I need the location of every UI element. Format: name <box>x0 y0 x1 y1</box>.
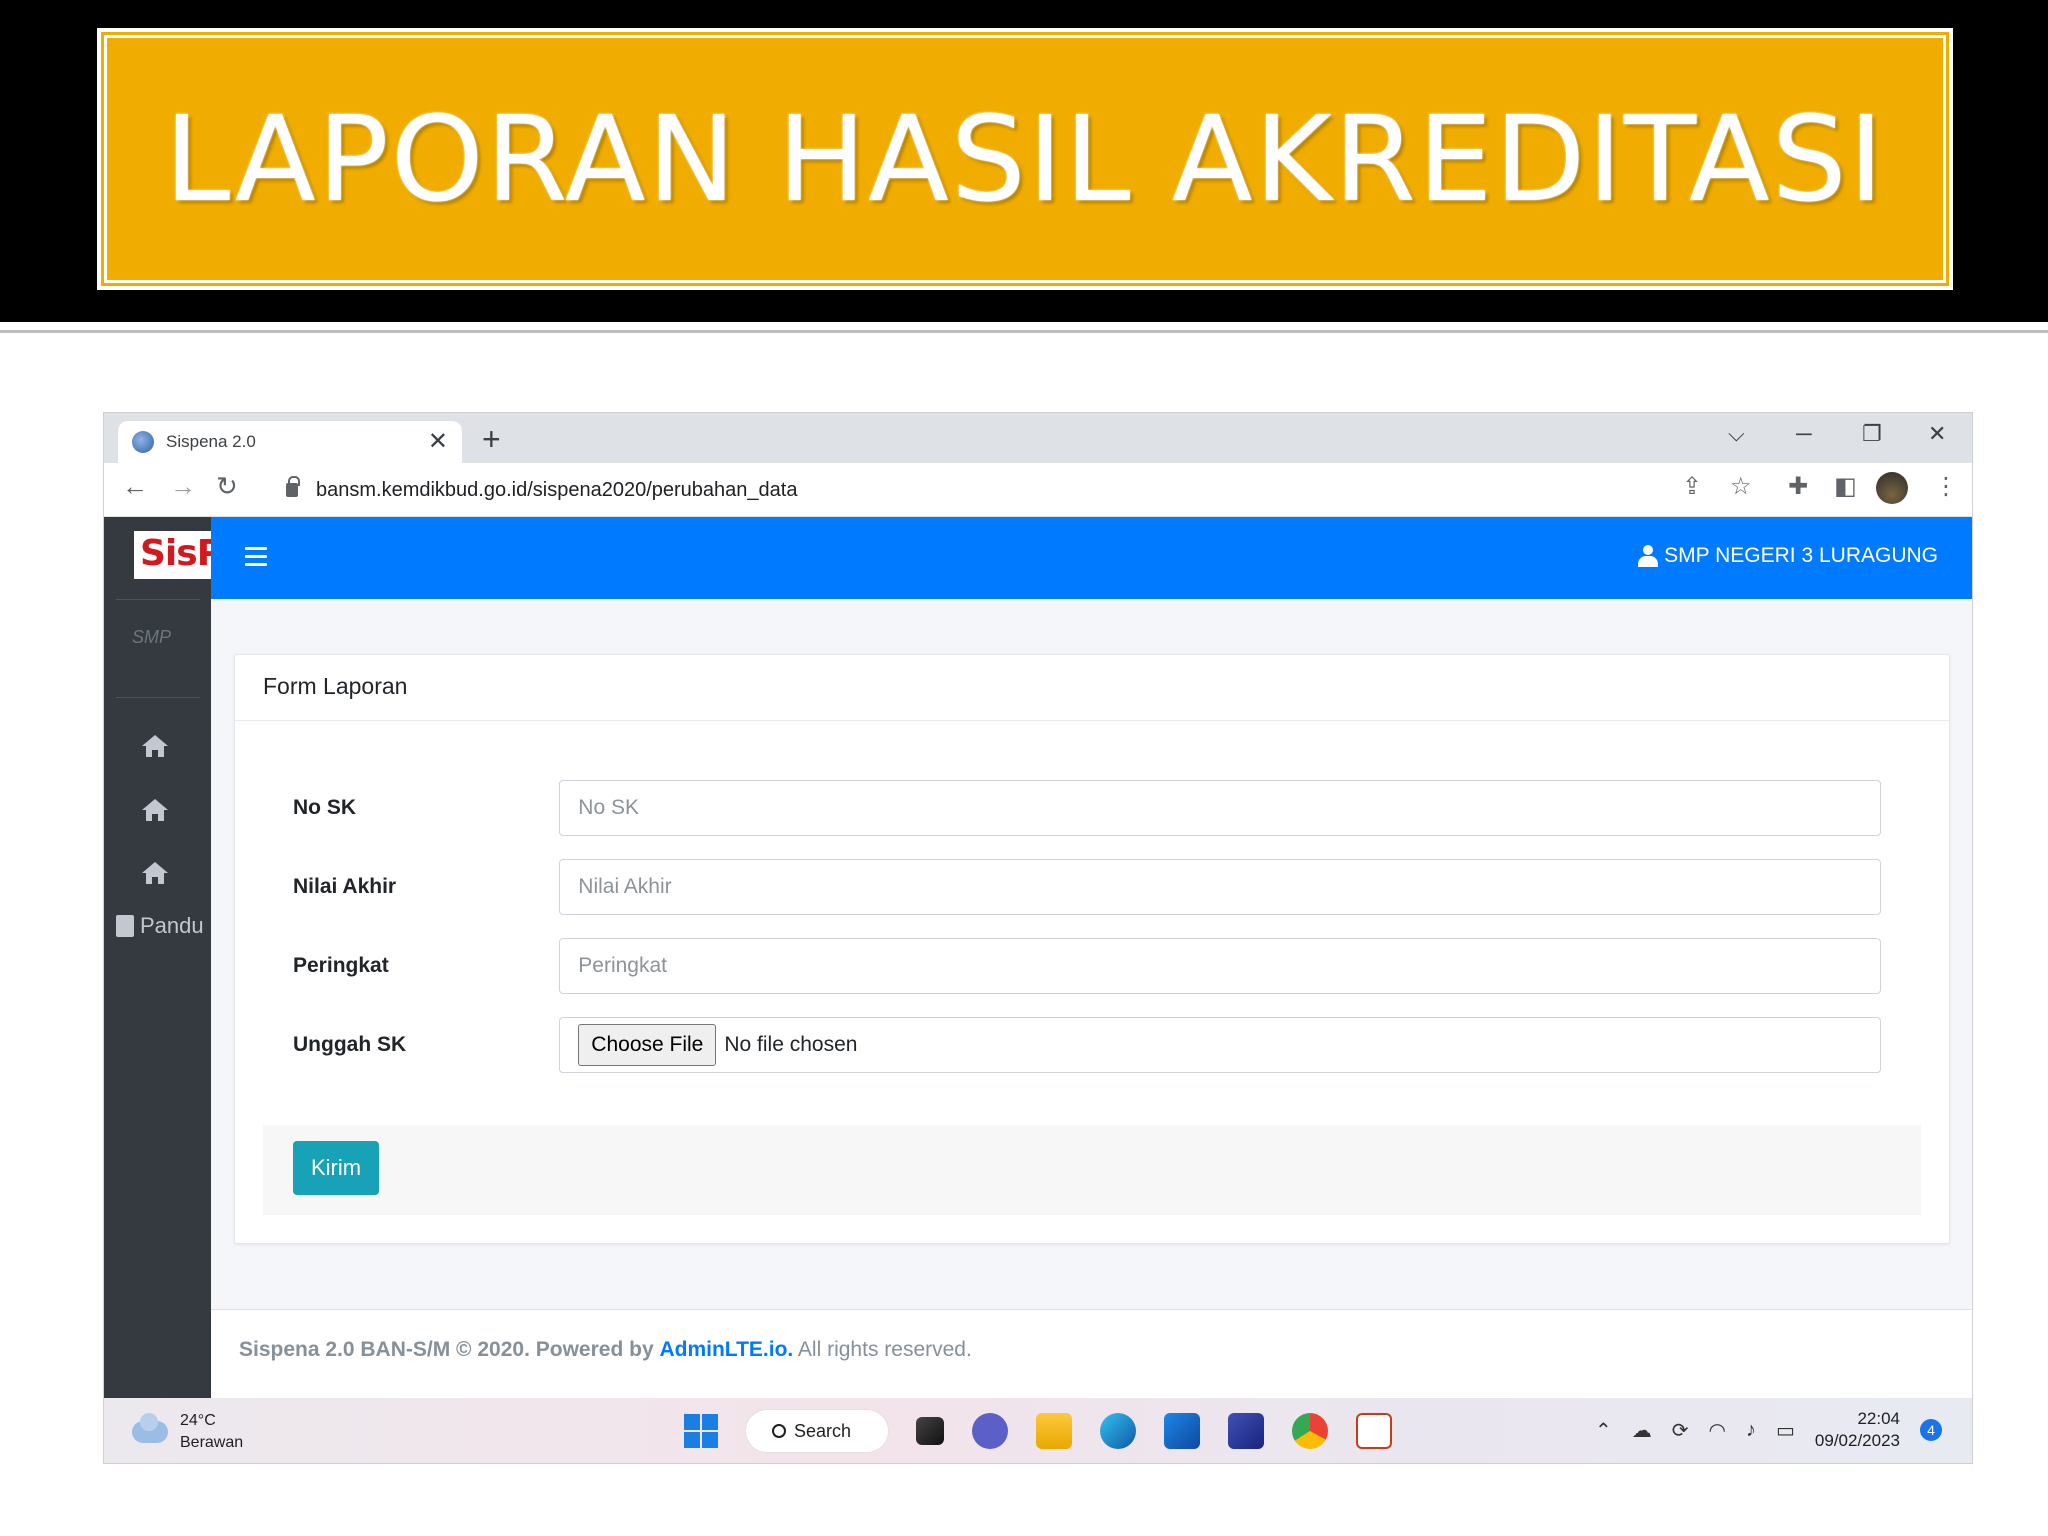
slide-title: LAPORAN HASIL AKREDITASI <box>164 90 1886 228</box>
globe-favicon-icon <box>132 431 154 453</box>
peringkat-input[interactable] <box>559 938 1881 994</box>
form-row-no-sk: No SK <box>293 780 1881 836</box>
chrome-icon[interactable] <box>1292 1413 1328 1449</box>
close-tab-icon[interactable]: ✕ <box>428 430 448 454</box>
browser-window: Sispena 2.0 ✕ + ⌵ ─ ❐ ✕ ← → ↻ bansm.kemd… <box>104 413 1972 1463</box>
system-tray: ⌃ ☁ ⟳ ◠ ♪ ▭ 22:04 09/02/2023 4 <box>1595 1408 1942 1452</box>
adminlte-link[interactable]: AdminLTE.io. <box>659 1338 793 1361</box>
url-text: bansm.kemdikbud.go.id/sispena2020/peruba… <box>316 478 798 501</box>
sync-icon[interactable]: ⟳ <box>1672 1418 1689 1443</box>
new-tab-button[interactable]: + <box>482 423 501 455</box>
no-sk-label: No SK <box>293 796 356 819</box>
taskbar-search[interactable]: Search <box>746 1410 888 1452</box>
brand-logo[interactable]: SisP <box>134 531 211 579</box>
footer-rights: All rights reserved. <box>797 1338 972 1361</box>
extensions-icon[interactable]: ✚ <box>1788 475 1808 499</box>
nilai-akhir-input[interactable] <box>559 859 1881 915</box>
teams-chat-icon[interactable] <box>972 1413 1008 1449</box>
submit-button[interactable]: Kirim <box>293 1141 380 1195</box>
address-bar[interactable]: bansm.kemdikbud.go.id/sispena2020/peruba… <box>260 471 1850 509</box>
page-footer: Sispena 2.0 BAN-S/M © 2020. Powered by A… <box>211 1309 1972 1398</box>
user-menu[interactable]: SMP NEGERI 3 LURAGUNG <box>1638 544 1938 568</box>
no-sk-input[interactable] <box>559 780 1881 836</box>
file-upload-field: Choose File No file chosen <box>559 1017 1881 1073</box>
home-icon[interactable] <box>140 795 170 825</box>
tab-strip: Sispena 2.0 ✕ + ⌵ ─ ❐ ✕ <box>104 413 1972 463</box>
peringkat-label: Peringkat <box>293 954 389 977</box>
edge-browser-icon[interactable] <box>1100 1413 1136 1449</box>
reload-icon[interactable]: ↻ <box>216 473 238 499</box>
web-page: SisP SMP Pandu SMP NEGERI 3 LURAGUNG For… <box>104 517 1972 1398</box>
restore-icon[interactable]: ❐ <box>1862 421 1882 447</box>
top-navbar: SMP NEGERI 3 LURAGUNG <box>211 517 1972 599</box>
side-panel-icon[interactable]: ◧ <box>1834 475 1857 499</box>
sidebar-item-panduan[interactable]: Pandu <box>116 913 204 939</box>
hamburger-menu-icon[interactable] <box>245 547 267 566</box>
form-row-nilai-akhir: Nilai Akhir <box>293 859 1881 915</box>
volume-icon[interactable]: ♪ <box>1746 1419 1756 1442</box>
user-name: SMP NEGERI 3 LURAGUNG <box>1664 544 1938 567</box>
clock[interactable]: 22:04 09/02/2023 <box>1815 1408 1900 1452</box>
taskbar-apps: Search <box>684 1410 1392 1452</box>
home-icon[interactable] <box>140 858 170 888</box>
sidebar-divider <box>116 697 200 698</box>
search-icon <box>772 1424 786 1438</box>
choose-file-button[interactable]: Choose File <box>578 1024 717 1066</box>
slide-divider <box>0 330 2048 333</box>
school-logo: SMP <box>132 627 172 647</box>
weather-widget[interactable]: 24°C Berawan <box>132 1410 243 1454</box>
card-title: Form Laporan <box>235 655 1949 721</box>
brand-text: SisP <box>140 533 211 574</box>
forward-icon[interactable]: → <box>170 473 196 499</box>
windows-taskbar: 24°C Berawan Search ⌃ ☁ ⟳ ◠ ♪ ▭ 22:04 09… <box>104 1398 1972 1463</box>
card-footer: Kirim <box>263 1125 1921 1215</box>
start-windows-icon[interactable] <box>684 1414 718 1448</box>
browser-toolbar: ← → ↻ bansm.kemdikbud.go.id/sispena2020/… <box>104 463 1972 517</box>
tab-title: Sispena 2.0 <box>166 432 256 451</box>
sidebar-divider <box>116 599 200 600</box>
file-explorer-icon[interactable] <box>1036 1413 1072 1449</box>
minimize-icon[interactable]: ─ <box>1796 421 1812 447</box>
chevron-up-icon[interactable]: ⌃ <box>1595 1418 1612 1443</box>
battery-icon[interactable]: ▭ <box>1776 1418 1795 1443</box>
file-status: No file chosen <box>724 1033 858 1056</box>
date: 09/02/2023 <box>1814 1431 1900 1450</box>
share-icon[interactable]: ⇪ <box>1682 475 1702 499</box>
weather-condition: Berawan <box>180 1434 244 1451</box>
book-icon <box>116 915 134 937</box>
sidebar: SisP SMP Pandu <box>104 517 211 1398</box>
browser-tab[interactable]: Sispena 2.0 ✕ <box>118 421 462 463</box>
app-icon[interactable] <box>1228 1413 1264 1449</box>
banner-frame: LAPORAN HASIL AKREDITASI <box>97 28 1953 290</box>
form-card: Form Laporan No SK Nilai Akhir Peringkat… <box>234 654 1950 1244</box>
user-icon <box>1638 545 1659 567</box>
menu-kebab-icon[interactable]: ⋮ <box>1934 475 1958 499</box>
bookmark-star-icon[interactable]: ☆ <box>1730 475 1752 499</box>
form-row-unggah-sk: Unggah SK Choose File No file chosen <box>293 1017 1881 1073</box>
notification-badge[interactable]: 4 <box>1920 1419 1942 1441</box>
banner: LAPORAN HASIL AKREDITASI <box>101 32 1949 286</box>
profile-avatar[interactable] <box>1876 472 1908 504</box>
store-icon[interactable] <box>1164 1413 1200 1449</box>
task-view-icon[interactable] <box>916 1417 944 1445</box>
nilai-akhir-label: Nilai Akhir <box>293 875 397 898</box>
powerpoint-icon[interactable] <box>1356 1413 1392 1449</box>
back-icon[interactable]: ← <box>122 473 148 499</box>
cloud-icon <box>132 1413 168 1443</box>
time: 22:04 <box>1857 1409 1900 1428</box>
temperature: 24°C <box>180 1412 216 1429</box>
home-icon[interactable] <box>140 731 170 761</box>
footer-copyright: Sispena 2.0 BAN-S/M © 2020. Powered by <box>239 1338 654 1361</box>
onedrive-icon[interactable]: ☁ <box>1632 1418 1652 1443</box>
wifi-icon[interactable]: ◠ <box>1709 1418 1726 1443</box>
sidebar-item-label: Pandu <box>140 913 204 938</box>
search-label: Search <box>794 1420 852 1441</box>
tab-search-icon[interactable]: ⌵ <box>1728 421 1745 447</box>
form-row-peringkat: Peringkat <box>293 938 1881 994</box>
close-window-icon[interactable]: ✕ <box>1928 421 1946 447</box>
lock-icon <box>286 476 300 497</box>
unggah-sk-label: Unggah SK <box>293 1033 407 1056</box>
